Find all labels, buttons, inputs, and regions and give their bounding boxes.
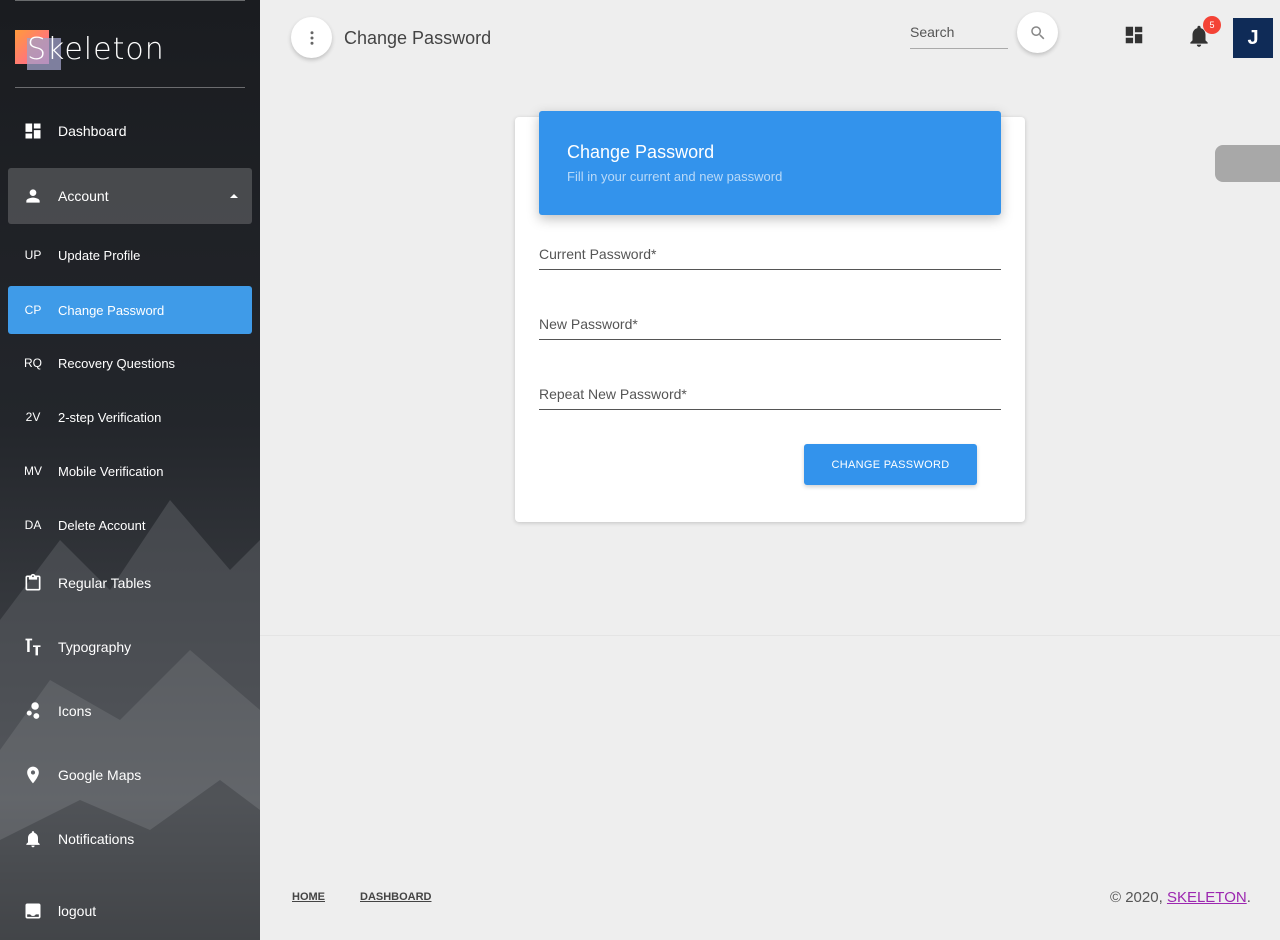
sidebar-subitem-update-profile[interactable]: UP Update Profile (8, 231, 252, 279)
sidebar-item-label: Notifications (58, 831, 135, 847)
sidebar-subitem-mobile-verification[interactable]: MV Mobile Verification (8, 447, 252, 495)
bubbles-icon (8, 701, 58, 721)
typography-icon (8, 637, 58, 657)
footer-link-home[interactable]: HOME (292, 891, 325, 903)
sidebar-item-typography[interactable]: Typography (8, 623, 252, 671)
sidebar-subitem-label: Mobile Verification (58, 463, 164, 479)
current-password-label: Current Password* (539, 246, 657, 262)
sidebar-item-label: Google Maps (58, 767, 142, 783)
sidebar-subitem-abbr: DA (24, 518, 42, 532)
sidebar-item-label: Typography (58, 639, 132, 655)
sidebar-subitem-abbr: CP (24, 303, 42, 317)
logout-icon (8, 901, 58, 921)
clipboard-icon (8, 573, 58, 593)
page-title: Change Password (344, 28, 492, 48)
sidebar-item-label: Regular Tables (58, 575, 152, 591)
card-title: Change Password (567, 142, 715, 162)
search-button[interactable] (1017, 12, 1058, 53)
sidebar-item-logout[interactable]: logout (8, 887, 252, 935)
new-password-label: New Password* (539, 316, 638, 332)
sidebar-top-line (15, 0, 245, 1)
settings-side-tab[interactable] (1215, 145, 1280, 182)
sidebar: Skeleton Dashboard Account UP Update Pro… (0, 0, 260, 940)
card-header: Change Password Fill in your current and… (539, 111, 1001, 215)
sidebar-subitem-label: Change Password (58, 302, 165, 318)
map-pin-icon (8, 765, 58, 785)
copyright-suffix: . (1246, 889, 1251, 906)
more-menu-button[interactable] (291, 17, 332, 58)
sidebar-subitem-label: Recovery Questions (58, 355, 176, 371)
sidebar-subitem-recovery-questions[interactable]: RQ Recovery Questions (8, 339, 252, 387)
sidebar-subitem-abbr: 2V (25, 410, 41, 424)
person-icon (8, 186, 58, 206)
brand-name: Skeleton (27, 32, 165, 67)
dashboard-icon[interactable] (1123, 24, 1145, 46)
sidebar-subitem-label: 2-step Verification (58, 409, 162, 425)
search-icon (1030, 25, 1044, 39)
more-vert-icon (310, 30, 313, 45)
sidebar-subitem-abbr: UP (24, 248, 42, 262)
copyright-prefix: © 2020, (1110, 889, 1167, 906)
sidebar-item-icons[interactable]: Icons (8, 687, 252, 735)
copyright: © 2020, SKELETON. (1110, 889, 1251, 906)
copyright-link[interactable]: SKELETON (1167, 889, 1247, 906)
sidebar-item-label: Account (58, 188, 109, 204)
content-divider (260, 635, 1280, 636)
sidebar-item-label: logout (58, 903, 97, 919)
sidebar-item-label: Icons (58, 703, 92, 719)
sidebar-subitem-abbr: RQ (24, 356, 42, 370)
change-password-button[interactable]: CHANGE PASSWORD (804, 444, 977, 485)
search-field[interactable] (910, 18, 1008, 49)
sidebar-subitem-label: Update Profile (58, 247, 141, 263)
footer-link-dashboard[interactable]: DASHBOARD (360, 891, 432, 903)
sidebar-item-regular-tables[interactable]: Regular Tables (8, 559, 252, 607)
notification-badge: 5 (1203, 16, 1221, 34)
sidebar-subitem-abbr: MV (24, 464, 42, 478)
caret-up-icon (230, 194, 238, 198)
sidebar-item-notifications[interactable]: Notifications (8, 815, 252, 863)
sidebar-divider (15, 87, 245, 88)
repeat-password-label: Repeat New Password* (539, 386, 687, 402)
logo[interactable]: Skeleton (15, 28, 164, 72)
sidebar-subitem-change-password[interactable]: CP Change Password (8, 286, 252, 334)
avatar[interactable]: J (1233, 18, 1273, 58)
sidebar-item-label: Dashboard (58, 123, 127, 139)
card-subtitle: Fill in your current and new password (567, 169, 783, 184)
sidebar-subitem-label: Delete Account (58, 517, 146, 533)
sidebar-subitem-delete-account[interactable]: DA Delete Account (8, 501, 252, 549)
repeat-password-field[interactable]: Repeat New Password* (539, 380, 1001, 410)
dashboard-icon (8, 121, 58, 141)
sidebar-subitem-2-step-verification[interactable]: 2V 2-step Verification (8, 393, 252, 441)
sidebar-item-dashboard[interactable]: Dashboard (8, 107, 252, 155)
sidebar-item-google-maps[interactable]: Google Maps (8, 751, 252, 799)
bell-icon (8, 829, 58, 849)
sidebar-item-account[interactable]: Account (8, 168, 252, 224)
search-input[interactable] (910, 18, 1008, 46)
new-password-field[interactable]: New Password* (539, 310, 1001, 340)
current-password-field[interactable]: Current Password* (539, 240, 1001, 270)
